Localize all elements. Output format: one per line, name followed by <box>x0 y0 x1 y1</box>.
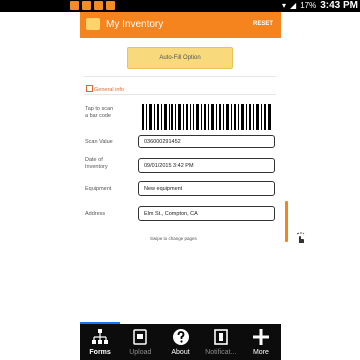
nav-tab-forms[interactable]: Forms <box>80 324 120 360</box>
barcode-label: Tap to scan a bar code <box>85 106 113 120</box>
section-title: General info <box>94 87 124 93</box>
nav-tab-upload[interactable]: Upload <box>120 324 160 360</box>
date-label: Date of Inventory <box>85 157 108 171</box>
status-bar: ▾ ◢ 17% 3:43 PM <box>0 0 360 12</box>
swipe-gesture-icon <box>296 232 305 243</box>
app-bar: My Inventory RESET <box>80 12 281 38</box>
app-logo-icon <box>86 18 100 30</box>
swipe-hint: Swipe to change pages <box>150 236 197 241</box>
signal-icon: ◢ <box>290 1 297 10</box>
app-notification-icon <box>106 1 115 10</box>
nav-label: About <box>171 349 190 356</box>
scrollbar-thumb[interactable] <box>285 201 288 242</box>
notification-icon <box>213 329 228 345</box>
help-icon <box>172 329 189 345</box>
nav-label: Forms <box>89 349 111 356</box>
scan-value-field[interactable]: 036000291452 <box>138 135 275 148</box>
nav-tab-notifications[interactable]: Notificat... <box>201 324 241 360</box>
app-notification-icon <box>94 1 103 10</box>
nav-label: Notificat... <box>205 349 237 356</box>
equipment-field[interactable]: New equipment <box>138 181 275 196</box>
address-label: Address <box>85 211 106 217</box>
nav-label: Upload <box>129 349 152 356</box>
app-notification-icon <box>70 1 79 10</box>
date-label-line1: Date of <box>85 157 103 163</box>
hierarchy-icon <box>92 329 109 344</box>
divider <box>84 94 276 95</box>
barcode-label-line2: a bar code <box>85 113 111 119</box>
notification-icons <box>70 1 115 10</box>
divider <box>84 76 276 77</box>
scan-value-label: Scan Value <box>85 139 113 145</box>
bottom-nav: Forms Upload About Notificat... More <box>80 324 281 360</box>
date-label-line2: Inventory <box>85 164 108 170</box>
equipment-label: Equipment <box>85 186 112 192</box>
section-icon <box>86 85 93 92</box>
section-header: General info <box>86 85 124 93</box>
barcode-label-line1: Tap to scan <box>85 106 114 112</box>
nav-label: More <box>252 349 269 356</box>
clock: 3:43 PM <box>320 0 358 11</box>
barcode-scan-button[interactable] <box>142 104 272 130</box>
app-title: My Inventory <box>106 19 164 30</box>
plus-icon <box>252 329 269 345</box>
reset-button[interactable]: RESET <box>253 21 273 27</box>
date-field[interactable]: 09/01/2015 3:42 PM <box>138 158 275 173</box>
nav-tab-more[interactable]: More <box>241 324 281 360</box>
wifi-icon: ▾ <box>282 1 287 10</box>
address-field[interactable]: Elm St., Compton, CA <box>138 206 275 221</box>
app-notification-icon <box>82 1 91 10</box>
autofill-button[interactable]: Auto-Fill Option <box>127 47 233 69</box>
battery-level: 17% <box>300 1 317 10</box>
nav-tab-about[interactable]: About <box>160 324 200 360</box>
upload-icon <box>133 329 148 345</box>
